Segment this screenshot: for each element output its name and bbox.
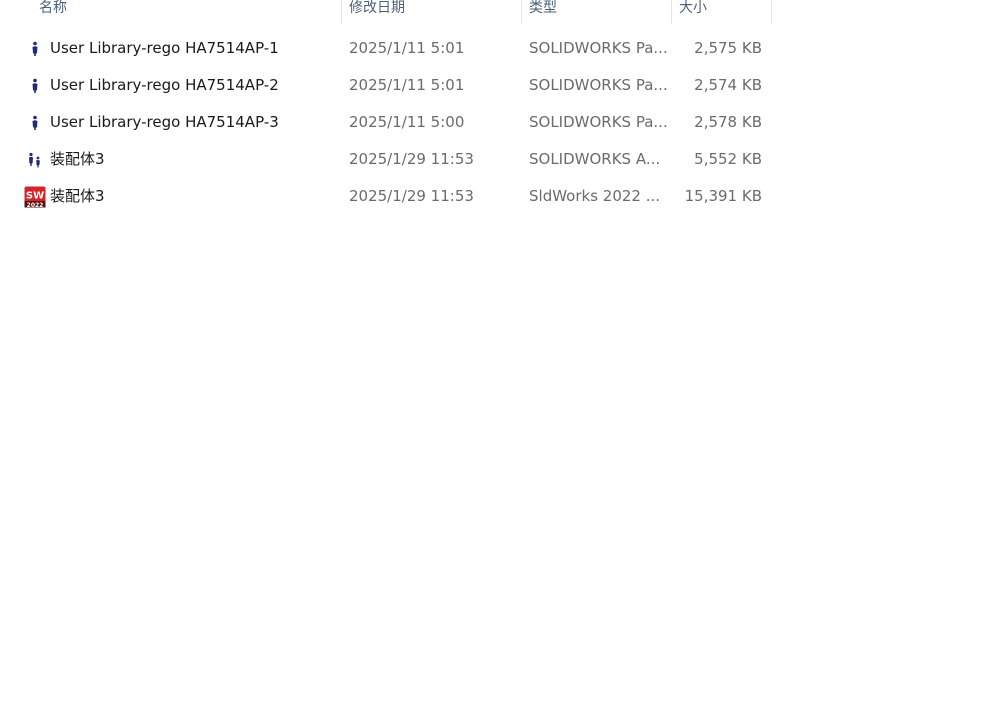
column-divider[interactable] bbox=[341, 0, 342, 24]
column-header-name[interactable]: 名称 bbox=[39, 0, 341, 24]
file-date-modified: 2025/1/29 11:53 bbox=[349, 187, 474, 205]
solidworks-part-icon bbox=[23, 30, 47, 67]
sw-logo-year: 2022 bbox=[27, 201, 44, 207]
file-type: SOLIDWORKS Pa... bbox=[529, 76, 667, 94]
file-name: 装配体3 bbox=[50, 187, 105, 205]
file-row[interactable]: 装配体3 2025/1/29 11:53 SOLIDWORKS A... 5,5… bbox=[0, 141, 772, 178]
file-list: User Library-rego HA7514AP-1 2025/1/11 5… bbox=[0, 30, 772, 215]
file-size: 2,578 KB bbox=[694, 113, 762, 131]
file-explorer-details-view: 名称 修改日期 类型 大小 User Library-rego HA7514AP… bbox=[0, 0, 1000, 719]
file-row[interactable]: User Library-rego HA7514AP-3 2025/1/11 5… bbox=[0, 104, 772, 141]
file-size: 2,575 KB bbox=[694, 39, 762, 57]
file-name: User Library-rego HA7514AP-1 bbox=[50, 39, 279, 57]
column-header-size[interactable]: 大小 bbox=[679, 0, 772, 24]
sw-logo-text: SW bbox=[26, 190, 44, 201]
column-header-bar: 名称 修改日期 类型 大小 bbox=[0, 0, 772, 24]
file-type: SOLIDWORKS A... bbox=[529, 150, 661, 168]
file-type: SOLIDWORKS Pa... bbox=[529, 39, 667, 57]
file-size: 5,552 KB bbox=[694, 150, 762, 168]
file-date-modified: 2025/1/11 5:01 bbox=[349, 39, 465, 57]
file-size: 2,574 KB bbox=[694, 76, 762, 94]
column-header-date-modified[interactable]: 修改日期 bbox=[349, 0, 521, 24]
file-type: SOLIDWORKS Pa... bbox=[529, 113, 667, 131]
column-divider[interactable] bbox=[771, 0, 772, 24]
column-header-type[interactable]: 类型 bbox=[529, 0, 671, 24]
file-size: 15,391 KB bbox=[684, 187, 762, 205]
solidworks-assembly-icon bbox=[23, 141, 47, 178]
solidworks-part-icon bbox=[23, 67, 47, 104]
file-date-modified: 2025/1/11 5:00 bbox=[349, 113, 465, 131]
solidworks-part-icon bbox=[23, 104, 47, 141]
file-name: 装配体3 bbox=[50, 150, 105, 168]
column-divider[interactable] bbox=[671, 0, 672, 24]
file-type: SldWorks 2022 ... bbox=[529, 187, 661, 205]
file-name: User Library-rego HA7514AP-2 bbox=[50, 76, 279, 94]
file-row[interactable]: SW 2022 装配体3 2025/1/29 11:53 SldWorks 20… bbox=[0, 178, 772, 215]
column-divider[interactable] bbox=[521, 0, 522, 24]
file-date-modified: 2025/1/11 5:01 bbox=[349, 76, 465, 94]
file-date-modified: 2025/1/29 11:53 bbox=[349, 150, 474, 168]
file-name: User Library-rego HA7514AP-3 bbox=[50, 113, 279, 131]
file-row[interactable]: User Library-rego HA7514AP-1 2025/1/11 5… bbox=[0, 30, 772, 67]
sldworks-2022-icon: SW 2022 bbox=[23, 178, 47, 215]
file-row[interactable]: User Library-rego HA7514AP-2 2025/1/11 5… bbox=[0, 67, 772, 104]
